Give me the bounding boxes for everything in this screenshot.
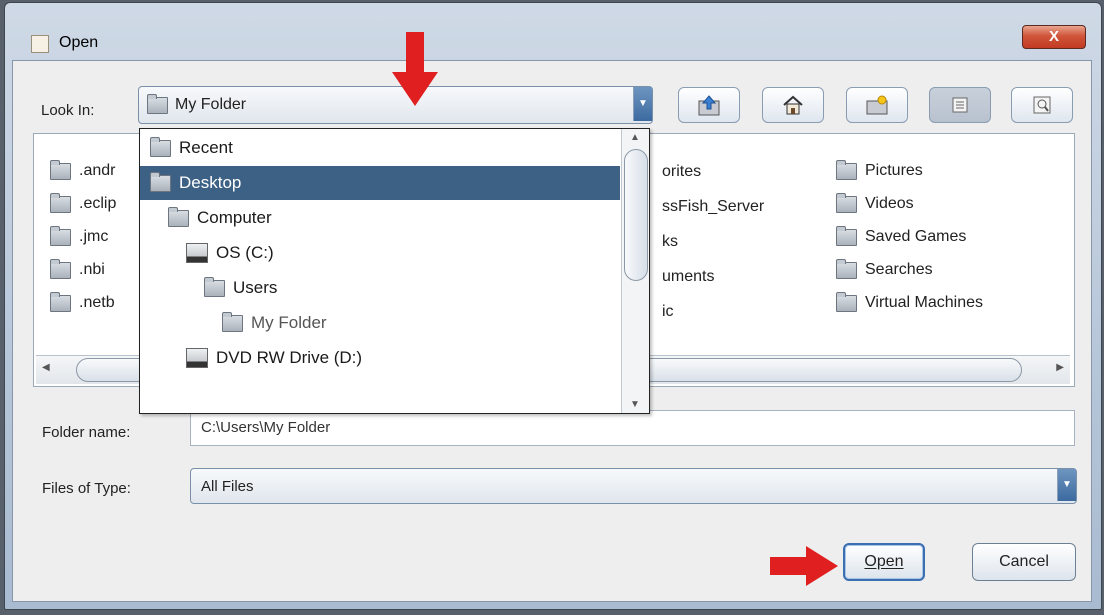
folder-icon bbox=[50, 159, 71, 180]
dropdown-item-os-c[interactable]: OS (C:) bbox=[186, 236, 274, 270]
dropdown-scrollbar-thumb[interactable] bbox=[624, 149, 648, 281]
java-app-icon bbox=[31, 35, 49, 53]
scroll-up-icon[interactable]: ▲ bbox=[630, 132, 640, 143]
file-list-column-2: orites ssFish_Server ks uments ic bbox=[662, 162, 764, 322]
close-button[interactable]: X bbox=[1022, 25, 1086, 49]
list-item[interactable]: orites bbox=[662, 162, 764, 182]
folder-name-label: Folder name: bbox=[42, 424, 131, 441]
folder-icon bbox=[50, 225, 71, 246]
list-item[interactable]: ks bbox=[662, 232, 764, 252]
list-item[interactable]: .andr bbox=[50, 159, 116, 180]
up-one-level-button[interactable] bbox=[678, 87, 740, 123]
list-view-button[interactable] bbox=[929, 87, 991, 123]
folder-icon bbox=[836, 258, 857, 279]
scroll-left-icon[interactable]: ◀ bbox=[42, 362, 50, 373]
folder-icon bbox=[836, 192, 857, 213]
list-item[interactable]: .netb bbox=[50, 291, 116, 312]
list-item[interactable]: Pictures bbox=[836, 159, 983, 180]
list-item[interactable]: ic bbox=[662, 302, 764, 322]
scroll-right-icon[interactable]: ▶ bbox=[1056, 362, 1064, 373]
home-icon bbox=[783, 95, 803, 115]
dropdown-item-computer[interactable]: Computer bbox=[168, 201, 272, 235]
list-item[interactable]: ssFish_Server bbox=[662, 197, 764, 217]
files-of-type-label: Files of Type: bbox=[42, 480, 131, 497]
file-list-column-1: .andr .eclip .jmc .nbi .netb bbox=[50, 159, 116, 312]
folder-icon bbox=[150, 171, 171, 192]
folder-icon bbox=[50, 258, 71, 279]
list-item[interactable]: .nbi bbox=[50, 258, 116, 279]
list-view-icon bbox=[952, 97, 968, 113]
dropdown-vertical-scrollbar[interactable]: ▲ ▼ bbox=[621, 129, 649, 413]
files-of-type-combo[interactable]: All Files ▼ bbox=[190, 468, 1077, 504]
title-bar[interactable]: Open X bbox=[5, 3, 1101, 57]
annotation-arrow-down-icon bbox=[392, 32, 438, 106]
folder-name-field[interactable]: C:\Users\My Folder bbox=[190, 410, 1075, 446]
annotation-arrow-right-icon bbox=[770, 546, 838, 586]
list-item[interactable]: Saved Games bbox=[836, 225, 983, 246]
folder-icon bbox=[168, 206, 189, 227]
dropdown-item-recent[interactable]: Recent bbox=[150, 131, 233, 165]
folder-icon bbox=[836, 225, 857, 246]
folder-icon bbox=[204, 276, 225, 297]
folder-icon bbox=[150, 136, 171, 157]
drive-icon bbox=[186, 348, 208, 368]
file-list-column-3: Pictures Videos Saved Games Searches Vir… bbox=[836, 159, 983, 312]
drive-icon bbox=[186, 243, 208, 263]
dropdown-item-dvd-drive[interactable]: DVD RW Drive (D:) bbox=[186, 341, 362, 375]
cancel-button-label: Cancel bbox=[999, 553, 1049, 570]
dropdown-item-my-folder[interactable]: My Folder bbox=[222, 306, 327, 340]
look-in-dropdown-list[interactable]: Recent Desktop Computer OS (C:) Users My… bbox=[139, 128, 650, 414]
new-folder-button[interactable] bbox=[846, 87, 908, 123]
list-item[interactable]: Searches bbox=[836, 258, 983, 279]
look-in-dropdown-arrow[interactable]: ▼ bbox=[633, 87, 652, 121]
folder-icon bbox=[836, 159, 857, 180]
folder-icon bbox=[147, 94, 168, 115]
list-item[interactable]: .jmc bbox=[50, 225, 116, 246]
open-button-label: Open bbox=[864, 553, 904, 570]
details-view-icon bbox=[1033, 96, 1051, 114]
open-button[interactable]: Open bbox=[843, 543, 925, 581]
folder-icon bbox=[50, 192, 71, 213]
dropdown-item-desktop[interactable]: Desktop bbox=[140, 166, 620, 200]
scroll-down-icon[interactable]: ▼ bbox=[630, 399, 640, 410]
home-button[interactable] bbox=[762, 87, 824, 123]
files-of-type-value: All Files bbox=[201, 478, 254, 495]
folder-icon bbox=[222, 311, 243, 332]
look-in-value: My Folder bbox=[175, 96, 247, 113]
look-in-label: Look In: bbox=[41, 102, 95, 119]
up-one-level-icon bbox=[698, 95, 720, 116]
dropdown-item-users[interactable]: Users bbox=[204, 271, 277, 305]
details-view-button[interactable] bbox=[1011, 87, 1073, 123]
new-folder-icon bbox=[866, 95, 888, 115]
folder-icon bbox=[50, 291, 71, 312]
list-item[interactable]: .eclip bbox=[50, 192, 116, 213]
list-item[interactable]: uments bbox=[662, 267, 764, 287]
list-item[interactable]: Virtual Machines bbox=[836, 291, 983, 312]
files-of-type-dropdown-arrow[interactable]: ▼ bbox=[1057, 469, 1076, 501]
folder-icon bbox=[836, 291, 857, 312]
list-item[interactable]: Videos bbox=[836, 192, 983, 213]
cancel-button[interactable]: Cancel bbox=[972, 543, 1076, 581]
window-title: Open bbox=[59, 34, 99, 51]
